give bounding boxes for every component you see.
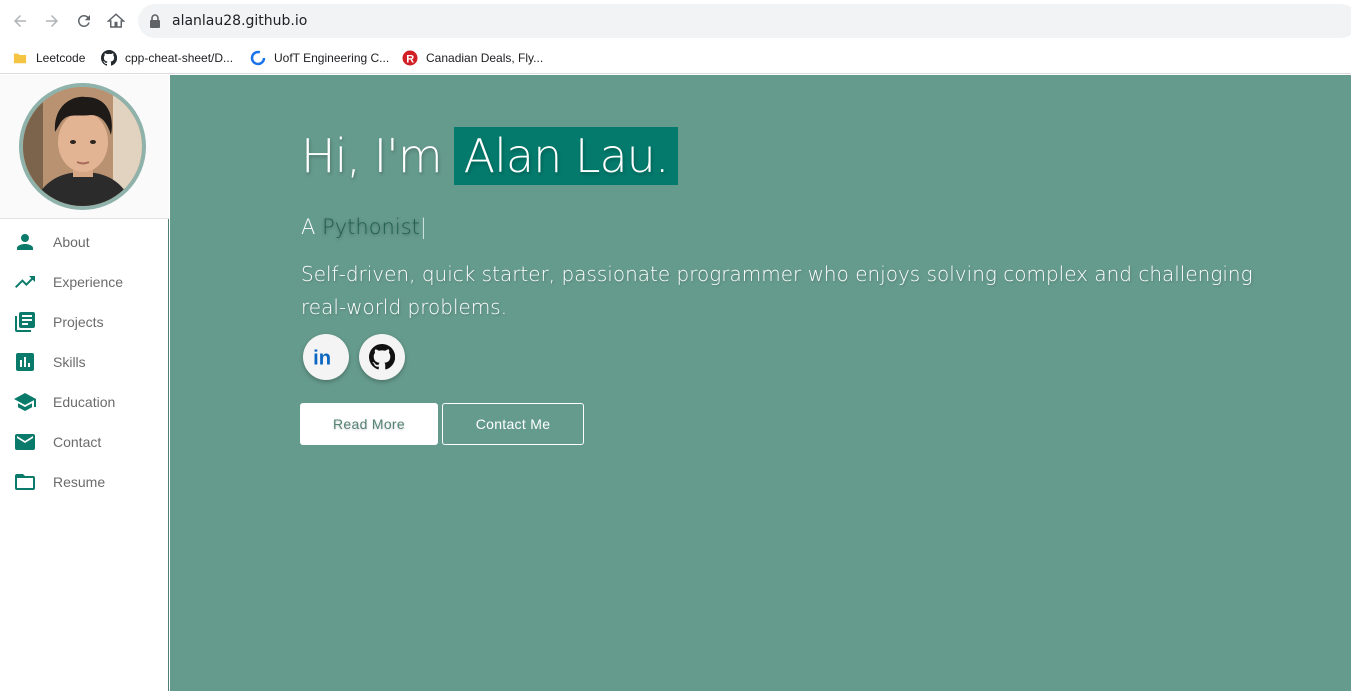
- role-prefix: A: [301, 215, 316, 239]
- reload-button[interactable]: [69, 6, 99, 36]
- github-button[interactable]: [359, 334, 405, 380]
- sidebar-item-resume[interactable]: Resume: [0, 465, 169, 501]
- home-icon: [107, 13, 125, 28]
- svg-text:in: in: [313, 347, 331, 368]
- hero-subtitle: A Pythonist|: [301, 215, 427, 239]
- bookmark-label: Leetcode: [36, 51, 86, 65]
- github-icon: [369, 344, 395, 370]
- hero-greeting: Hi, I'm: [301, 129, 443, 183]
- sidebar-item-contact[interactable]: Contact: [0, 425, 169, 461]
- bookmarks-bar: Leetcode cpp-cheat-sheet/D... UofT Engin…: [0, 42, 1351, 74]
- bookmark-cpp-cheat-sheet[interactable]: cpp-cheat-sheet/D...: [101, 48, 233, 68]
- hero-name: Alan Lau.: [453, 127, 679, 185]
- reload-icon: [77, 14, 90, 27]
- linkedin-button[interactable]: in: [303, 334, 349, 380]
- folder-icon: [12, 50, 28, 66]
- sidebar-item-education[interactable]: Education: [0, 385, 169, 421]
- hero-title: Hi, I'm Alan Lau.: [301, 127, 679, 185]
- hero-section: Hi, I'm Alan Lau. A Pythonist| Self-driv…: [170, 75, 1351, 691]
- profile-photo: [23, 87, 142, 206]
- library-books-icon: [12, 310, 38, 334]
- browser-toolbar: alanlau28.github.io: [0, 0, 1351, 42]
- contact-me-button[interactable]: Contact Me: [442, 403, 584, 445]
- typed-role: Pythonist: [322, 215, 420, 239]
- person-icon: [12, 230, 38, 254]
- bookmark-label: Canadian Deals, Fly...: [426, 51, 544, 65]
- sidebar-item-label: Contact: [53, 434, 102, 450]
- github-icon: [101, 50, 117, 66]
- address-bar[interactable]: alanlau28.github.io: [138, 4, 1351, 38]
- uoft-icon: [250, 50, 266, 66]
- sidebar-item-label: Experience: [53, 274, 124, 290]
- bookmark-label: UofT Engineering C...: [274, 51, 390, 65]
- typing-caret: |: [419, 215, 427, 239]
- lock-icon: [150, 14, 160, 28]
- back-button[interactable]: [5, 6, 35, 36]
- profile-header: [0, 75, 169, 219]
- sidebar-item-experience[interactable]: Experience: [0, 265, 169, 301]
- sidebar-item-label: Resume: [53, 474, 106, 490]
- redflagdeals-icon: R: [402, 50, 418, 66]
- url-text: alanlau28.github.io: [172, 13, 308, 29]
- forward-button[interactable]: [37, 6, 67, 36]
- trending-up-icon: [12, 270, 38, 294]
- arrow-left-icon: [14, 15, 26, 27]
- graduation-cap-icon: [12, 390, 38, 414]
- bookmark-leetcode[interactable]: Leetcode: [12, 48, 85, 68]
- read-more-button[interactable]: Read More: [300, 403, 438, 445]
- bar-chart-icon: [12, 350, 38, 374]
- bookmark-uoft-engineering[interactable]: UofT Engineering C...: [250, 48, 389, 68]
- avatar: [19, 83, 146, 210]
- sidebar-item-about[interactable]: About: [0, 225, 169, 261]
- mail-icon: [12, 430, 38, 454]
- sidebar: About Experience Projects Skills Educati…: [0, 75, 169, 691]
- bookmark-label: cpp-cheat-sheet/D...: [125, 51, 234, 65]
- bookmark-canadian-deals[interactable]: R Canadian Deals, Fly...: [402, 48, 543, 68]
- linkedin-icon: in: [313, 347, 331, 368]
- sidebar-item-label: Education: [53, 394, 116, 410]
- sidebar-item-projects[interactable]: Projects: [0, 305, 169, 341]
- arrow-right-icon: [46, 15, 58, 27]
- hero-description: Self-driven, quick starter, passionate p…: [301, 262, 1253, 319]
- home-button[interactable]: [101, 6, 131, 36]
- sidebar-item-skills[interactable]: Skills: [0, 345, 169, 381]
- folder-icon: [12, 470, 38, 494]
- sidebar-item-label: About: [53, 234, 90, 250]
- sidebar-item-label: Projects: [53, 314, 104, 330]
- sidebar-item-label: Skills: [53, 354, 86, 370]
- svg-text:R: R: [406, 54, 414, 66]
